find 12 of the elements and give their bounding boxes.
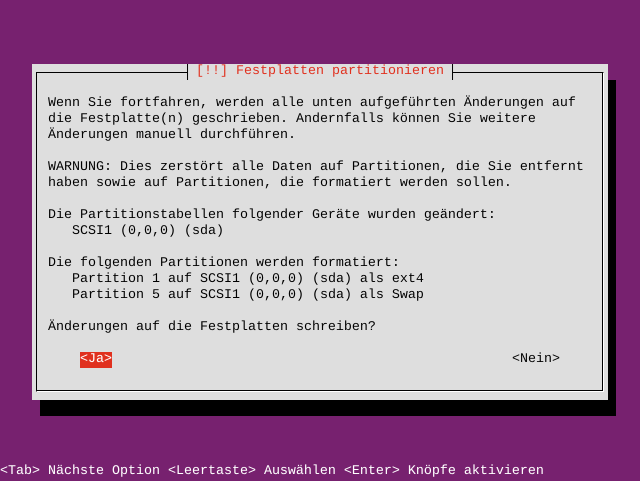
- message-text: Änderungen auf die Festplatten schreiben?: [48, 320, 377, 336]
- message-text: Wenn Sie fortfahren, werden alle unten aufgeführten Änderungen auf die Festplatte(n) geschrieben. Andernfalls können Sie weitere Änderungen manuell durchführen.: [48, 96, 577, 144]
- status-bar-text: <Tab> Nächste Option <Leertaste> Auswählen <Enter> Knöpfe aktivieren: [0, 464, 545, 481]
- message-text: WARNUNG: Dies zerstört alle Daten auf Partitionen, die Sie entfernt haben sowie auf Partitionen, die formatiert werden sollen.: [48, 160, 585, 192]
- list-item: Partition 5 auf SCSI1 (0,0,0) (sda) als Swap: [72, 288, 425, 304]
- message-text: Die Partitionstabellen folgender Geräte wurden geändert:: [48, 208, 497, 224]
- dialog-title: [!!] Festplatten partitionieren: [187, 64, 453, 80]
- message-text: Die folgenden Partitionen werden formatiert:: [48, 256, 401, 272]
- list-item: Partition 1 auf SCSI1 (0,0,0) (sda) als ext4: [72, 272, 425, 288]
- dialog-button[interactable]: <Nein>: [512, 352, 560, 368]
- list-item: SCSI1 (0,0,0) (sda): [72, 224, 225, 240]
- dialog-button[interactable]: <Ja>: [80, 352, 112, 368]
